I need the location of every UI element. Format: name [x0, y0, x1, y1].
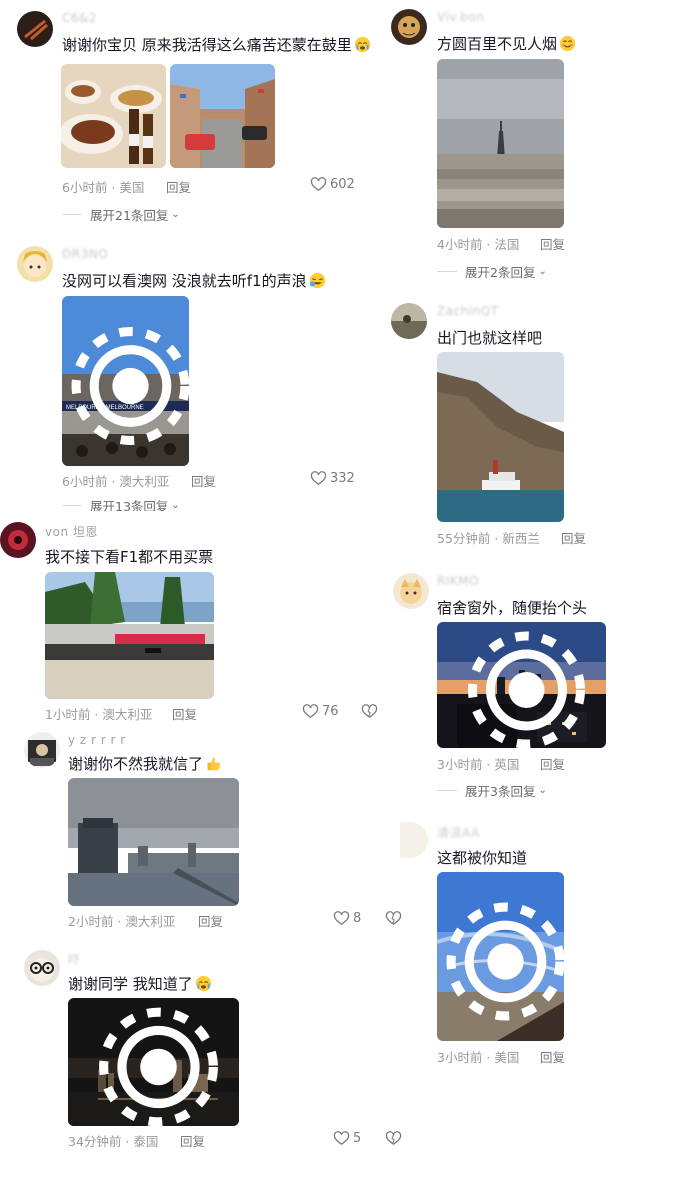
broken-heart-icon[interactable] — [385, 1130, 402, 1147]
avatar[interactable] — [24, 732, 60, 768]
comment-image-lake-steamship[interactable] — [437, 352, 564, 522]
username[interactable]: 清涼AA — [437, 824, 480, 841]
heart-outline-icon — [302, 704, 319, 718]
reply-button[interactable]: 回复 — [198, 911, 223, 930]
reply-button[interactable]: 回复 — [172, 704, 197, 723]
expand-label: 展开2条回复 — [465, 265, 536, 280]
comment-meta: 4小时前 · 法国 — [437, 237, 520, 252]
reply-button[interactable]: 回复 — [561, 528, 586, 547]
username[interactable]: RIKMO — [437, 574, 479, 588]
heart-outline-icon — [333, 911, 350, 925]
comment-text: 谢谢同学 我知道了 — [68, 973, 212, 994]
username[interactable]: DR3NO — [62, 247, 108, 261]
comment-meta: 3小时前 · 美国 — [437, 1050, 520, 1065]
laughing-emoji-icon — [309, 272, 326, 289]
expand-replies-button[interactable]: 展开21条回复 ⌄ — [62, 205, 180, 224]
live-photo-icon — [71, 327, 189, 445]
comment-image-food[interactable] — [61, 64, 166, 168]
username[interactable]: C6&2 — [62, 11, 97, 25]
divider — [62, 504, 82, 506]
broken-heart-icon[interactable] — [385, 910, 402, 927]
comment-meta: 2小时前 · 澳大利亚 — [68, 914, 176, 929]
comment-image-street[interactable] — [170, 64, 275, 168]
comment-meta: 6小时前 · 美国 — [62, 180, 145, 195]
expand-label: 展开13条回复 — [90, 499, 169, 511]
like-count: 8 — [353, 911, 362, 926]
like-button[interactable]: 332 — [310, 470, 355, 487]
like-button[interactable]: 602 — [310, 176, 355, 193]
reply-button[interactable]: 回复 — [540, 754, 565, 773]
username[interactable]: y z r r r r — [68, 733, 126, 747]
comment-text: 出门也就这样吧 — [437, 329, 543, 347]
comment-image-race-track[interactable]: MELBOURNE MELBOURNE — [62, 296, 189, 466]
like-count: 602 — [330, 177, 355, 192]
comment-meta: 55分钟前 · 新西兰 — [437, 531, 540, 546]
like-count: 76 — [322, 704, 339, 719]
comment-image-track-view[interactable] — [45, 572, 214, 699]
avatar[interactable] — [400, 822, 428, 858]
expand-label: 展开3条回复 — [465, 784, 536, 799]
like-count: 332 — [330, 471, 355, 486]
expand-label: 展开21条回复 — [90, 208, 169, 223]
smiling-emoji-icon — [559, 35, 576, 52]
comment-text: 这都被你知道 — [437, 849, 528, 867]
avatar[interactable] — [393, 573, 429, 609]
crying-emoji-icon — [195, 975, 212, 992]
avatar[interactable] — [0, 522, 36, 558]
live-photo-icon — [99, 1007, 218, 1126]
avatar[interactable] — [17, 11, 53, 47]
comment-meta: 3小时前 · 英国 — [437, 757, 520, 772]
avatar[interactable] — [24, 950, 60, 986]
reply-button[interactable]: 回复 — [540, 1047, 565, 1066]
chevron-down-icon: ⌄ — [538, 266, 547, 277]
thumbs-up-emoji-icon — [205, 755, 222, 772]
live-photo-icon — [446, 902, 564, 1021]
chevron-down-icon: ⌄ — [171, 209, 180, 220]
avatar[interactable] — [391, 9, 427, 45]
expand-replies-button[interactable]: 展开13条回复 ⌄ — [62, 499, 180, 511]
username[interactable]: von 坦恩 — [45, 523, 98, 540]
comment-meta: 6小时前 · 澳大利亚 — [62, 474, 170, 489]
comment-image-sunset-skyline[interactable] — [437, 622, 606, 748]
comment-meta: 34分钟前 · 泰国 — [68, 1134, 159, 1149]
like-count: 5 — [353, 1131, 362, 1146]
comment-text: 谢谢你不然我就信了 — [68, 753, 222, 774]
crying-emoji-icon — [354, 36, 371, 53]
like-button[interactable]: 76 — [302, 703, 339, 720]
reply-button[interactable]: 回复 — [191, 471, 216, 490]
comment-text: 方圆百里不见人烟 — [437, 33, 576, 54]
broken-heart-icon[interactable] — [361, 703, 378, 720]
comment-meta: 1小时前 · 澳大利亚 — [45, 707, 153, 722]
comment-text: 我不接下看F1都不用买票 — [45, 548, 214, 566]
chevron-down-icon: ⌄ — [538, 785, 547, 796]
heart-outline-icon — [333, 1131, 350, 1145]
reply-button[interactable]: 回复 — [166, 177, 191, 196]
chevron-down-icon: ⌄ — [171, 499, 180, 511]
avatar[interactable] — [17, 246, 53, 282]
comment-text: 宿舍窗外，随便抬个头 — [437, 599, 588, 617]
live-photo-icon — [468, 631, 585, 748]
comment-text: 没网可以看澳网 没浪就去听f1的声浪 — [62, 270, 326, 291]
expand-replies-button[interactable]: 展开3条回复 ⌄ — [437, 781, 547, 800]
comment-image-city-rain[interactable] — [68, 778, 239, 906]
like-button[interactable]: 5 — [333, 1130, 361, 1147]
avatar[interactable] — [391, 303, 427, 339]
like-button[interactable]: 8 — [333, 910, 361, 927]
comment-image-paris[interactable] — [437, 59, 564, 228]
username[interactable]: 吓 — [68, 951, 81, 968]
expand-replies-button[interactable]: 展开2条回复 ⌄ — [437, 262, 547, 281]
heart-outline-icon — [310, 177, 327, 191]
divider — [62, 214, 82, 215]
heart-outline-icon — [310, 471, 327, 485]
reply-button[interactable]: 回复 — [180, 1131, 205, 1150]
username[interactable]: Viv.bon — [437, 10, 484, 24]
username[interactable]: ZachinQT — [437, 304, 499, 318]
divider — [437, 271, 457, 272]
divider — [437, 790, 457, 791]
comment-image-desert-sky[interactable] — [437, 872, 564, 1041]
reply-button[interactable]: 回复 — [540, 234, 565, 253]
comment-text: 谢谢你宝贝 原来我活得这么痛苦还蒙在鼓里 — [62, 34, 371, 55]
comment-image-night-skyline[interactable] — [68, 998, 239, 1126]
